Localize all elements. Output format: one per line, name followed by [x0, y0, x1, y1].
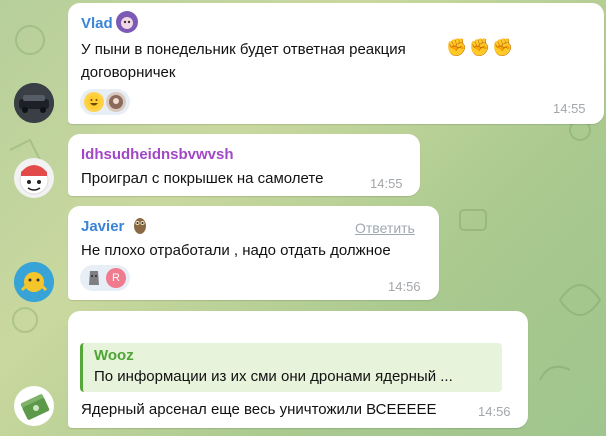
cartoon-character-avatar	[19, 165, 49, 195]
car-photo-avatar	[14, 83, 54, 123]
avatar-javier[interactable]	[14, 262, 54, 302]
message-text: Ядерный арсенал еще весь уничтожили ВСЕЕ…	[81, 401, 437, 418]
sender-emoji-sticker-icon	[116, 11, 138, 33]
reply-button[interactable]: Ответить	[355, 220, 415, 236]
message-time: 14:55	[370, 176, 403, 191]
yellow-character-avatar	[14, 262, 54, 302]
money-stack-icon	[20, 394, 50, 420]
message-text-line-2: договорничек	[81, 64, 176, 81]
fist-emoji-icons: ✊✊✊	[446, 38, 516, 57]
sender-name[interactable]: Vlad	[81, 15, 113, 32]
message-text: Не плохо отработали , надо отдать должно…	[81, 242, 391, 259]
message-text: Проиграл с покрышек на самолете	[81, 170, 324, 187]
message-time: 14:56	[478, 404, 511, 419]
moai-emoji-icon[interactable]	[84, 268, 104, 288]
message-bubble-3[interactable]: Javier Ответить Не плохо отработали , на…	[68, 206, 439, 300]
message-bubble-4[interactable]: Wooz По информации из их сми они дронами…	[68, 311, 528, 428]
sender-name[interactable]: Javier	[81, 218, 124, 235]
message-time: 14:55	[553, 101, 586, 116]
reaction-avatar-r-icon[interactable]: R	[106, 268, 126, 288]
quote-text: По информации из их сми они дронами ядер…	[94, 368, 453, 385]
quote-sender-name: Wooz	[94, 347, 134, 364]
reaction-avatar-letter: R	[112, 272, 120, 284]
reply-quote[interactable]: Wooz По информации из их сми они дронами…	[80, 343, 502, 392]
message-bubble-2[interactable]: Idhsudheidnsbvwvsh Проиграл с покрышек н…	[68, 134, 420, 196]
sender-name[interactable]: Idhsudheidnsbvwvsh	[81, 146, 234, 163]
avatar-idhsudheidnsbvwvsh[interactable]	[14, 158, 54, 198]
reactions[interactable]	[80, 89, 130, 115]
message-time: 14:56	[388, 279, 421, 294]
message-text-line-1: У пыни в понедельник будет ответная реак…	[81, 41, 406, 58]
avatar-vlad-group[interactable]	[14, 83, 54, 123]
grinning-face-emoji-icon[interactable]	[84, 92, 104, 112]
avatar-money-sticker[interactable]	[14, 386, 54, 426]
owl-emoji-icon	[132, 215, 148, 240]
reactions[interactable]: R	[80, 265, 130, 291]
user-avatar-sticker-icon[interactable]	[106, 92, 126, 112]
message-bubble-1[interactable]: Vlad У пыни в понедельник будет ответная…	[68, 3, 604, 124]
